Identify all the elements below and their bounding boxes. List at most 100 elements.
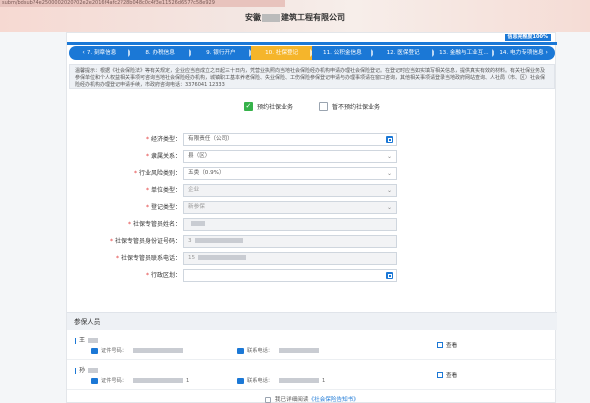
step-8[interactable]: 8. 办税信息 (130, 46, 191, 60)
step-10[interactable]: 10. 社保登记 (251, 46, 312, 60)
company-name: 安徽 建筑工程有限公司 (0, 12, 590, 23)
required-marker: * (145, 272, 149, 279)
step-label: 10. 社保登记 (265, 50, 299, 56)
step-label: 14. 电力专项信息 (499, 50, 544, 56)
notice-text: 温馨提示：根据《社会保险法》等有关规定，企业应当自成立之日起三十日内，凭营业执照… (69, 64, 555, 89)
reserve-option[interactable]: ✓ 预约社保业务 (243, 102, 293, 111)
field-value: 企业 (188, 187, 200, 193)
phone-number: 联系电话： (237, 347, 322, 354)
chevron-down-icon[interactable]: ⌄ (387, 168, 392, 179)
admin-id-input: 3 (183, 235, 397, 248)
phone-card-icon (237, 377, 244, 384)
id-tail: 1 (185, 377, 190, 384)
field-label: * 社保专管员联系电话： (116, 252, 181, 265)
field-label: * 行政区划： (146, 269, 181, 282)
checkbox-checked-icon[interactable]: ✓ (243, 102, 253, 111)
chevron-down-icon[interactable]: ⌄ (387, 202, 392, 213)
view-button[interactable]: 查看 (437, 341, 457, 349)
field-value: 15 (188, 255, 196, 261)
form-row-reg-type: * 登记类型： 新参保 ⌄ (67, 201, 557, 214)
redacted-block (132, 378, 183, 383)
insured-person: 孙证件号码： 1 联系电话： 1 查看 (67, 362, 557, 390)
checkbox-empty-icon[interactable] (319, 102, 328, 111)
notice-link[interactable]: 《社会保险告知书》 (309, 397, 359, 403)
required-marker: * (145, 153, 149, 160)
id-number: 证件号码： 1 (91, 377, 189, 384)
field-label-text: 行业风险类别： (138, 170, 181, 177)
reg-type-select: 新参保 ⌄ (183, 201, 397, 214)
affiliation-select[interactable]: 县（区） ⌄ (183, 150, 397, 163)
step-label: 9. 银行开户 (206, 50, 236, 56)
redacted-block (191, 221, 205, 226)
person-name-text: 孙 (79, 367, 86, 374)
insured-section-title: 参保人员 (67, 312, 557, 330)
field-value: 有限责任（公司） (188, 136, 233, 142)
id-card-icon (91, 377, 98, 384)
name-marker (75, 367, 76, 374)
required-marker: * (127, 221, 131, 228)
person-name: 孙 (75, 365, 99, 374)
progress-label: 信息完整度100% (504, 34, 551, 41)
required-marker: * (145, 136, 149, 143)
district-input[interactable] (183, 269, 397, 282)
field-label: * 登记类型： (146, 201, 181, 214)
form-row-admin-name: * 社保专管员姓名： (67, 218, 557, 231)
required-marker: * (145, 204, 149, 211)
form-row-econ-type: * 经济类型： 有限责任（公司） (67, 133, 557, 146)
field-label: * 隶属关系： (146, 150, 181, 163)
no-reserve-option-label: 暂不预约社保业务 (332, 104, 381, 111)
field-label: * 单位类型： (146, 184, 181, 197)
redacted-block (194, 238, 243, 243)
field-label-text: 行政区划： (150, 272, 181, 279)
step-label: 8. 办税信息 (145, 50, 175, 56)
agreement: 我已详细阅读《社会保险告知书》 (67, 395, 557, 403)
econ-type-input[interactable]: 有限责任（公司） (183, 133, 397, 146)
phone-label: 联系电话： (247, 348, 273, 354)
view-icon (437, 342, 443, 348)
id-card-icon (91, 347, 98, 354)
chevron-left-icon[interactable]: ‹ (82, 49, 84, 56)
risk-category-select[interactable]: 五类（0.9%） ⌄ (183, 167, 397, 180)
step-9[interactable]: 9. 银行开户 (191, 46, 252, 60)
step-label: 13. 金融与工业互... (439, 50, 489, 56)
view-label: 查看 (446, 373, 458, 379)
field-label-text: 社保专管员身份证号码： (114, 238, 181, 245)
url-text: subm/bdsub?4e2500002020?02e2e2016f4afc2?… (0, 0, 285, 7)
lookup-icon[interactable] (386, 272, 393, 279)
step-14[interactable]: 14. 电力专项信息 › (494, 46, 555, 60)
view-button[interactable]: 查看 (437, 371, 457, 379)
field-value: 新参保 (188, 204, 205, 210)
chevron-down-icon[interactable]: ⌄ (387, 185, 392, 196)
field-label-text: 隶属关系： (150, 153, 181, 160)
required-marker: * (115, 255, 119, 262)
chevron-right-icon[interactable]: › (544, 49, 548, 56)
field-label: * 社保专管员姓名： (128, 218, 181, 231)
agree-checkbox[interactable] (265, 396, 272, 403)
redacted-block (132, 348, 183, 353)
id-label: 证件号码： (101, 348, 127, 354)
form-row-district: * 行政区划： (67, 269, 557, 282)
unit-type-select: 企业 ⌄ (183, 184, 397, 197)
form-row-unit-type: * 单位类型： 企业 ⌄ (67, 184, 557, 197)
step-7[interactable]: ‹ 7. 刻章信息 (69, 46, 130, 60)
step-12[interactable]: 12. 医保登记 (373, 46, 434, 60)
field-label: * 行业风险类别： (134, 167, 181, 180)
phone-card-icon (237, 347, 244, 354)
admin-phone-input: 15 (183, 252, 397, 265)
agree-prefix: 我已详细阅读 (274, 397, 309, 403)
top-banner: subm/bdsub?4e2500002020?02e2e2016f4afc2?… (0, 0, 590, 32)
redacted-block (88, 338, 99, 343)
main-card: 信息完整度100% ‹ 7. 刻章信息 8. 办税信息 9. 银行开户 10. 社保登记… (66, 32, 557, 403)
redacted-block (198, 255, 247, 260)
no-reserve-option[interactable]: 暂不预约社保业务 (319, 102, 380, 111)
form-row-admin-phone: * 社保专管员联系电话： 15 (67, 252, 557, 265)
lookup-icon[interactable] (386, 136, 393, 143)
step-11[interactable]: 11. 公积金信息 (312, 46, 373, 60)
field-label: * 社保专管员身份证号码： (110, 235, 181, 248)
form-row-affiliation: * 隶属关系： 县（区） ⌄ (67, 150, 557, 163)
step-13[interactable]: 13. 金融与工业互... (434, 46, 495, 60)
phone-tail: 1 (321, 377, 326, 384)
chevron-down-icon[interactable]: ⌄ (387, 151, 392, 162)
field-value: 县（区） (188, 153, 211, 159)
field-label-text: 社保专管员姓名： (132, 221, 181, 228)
